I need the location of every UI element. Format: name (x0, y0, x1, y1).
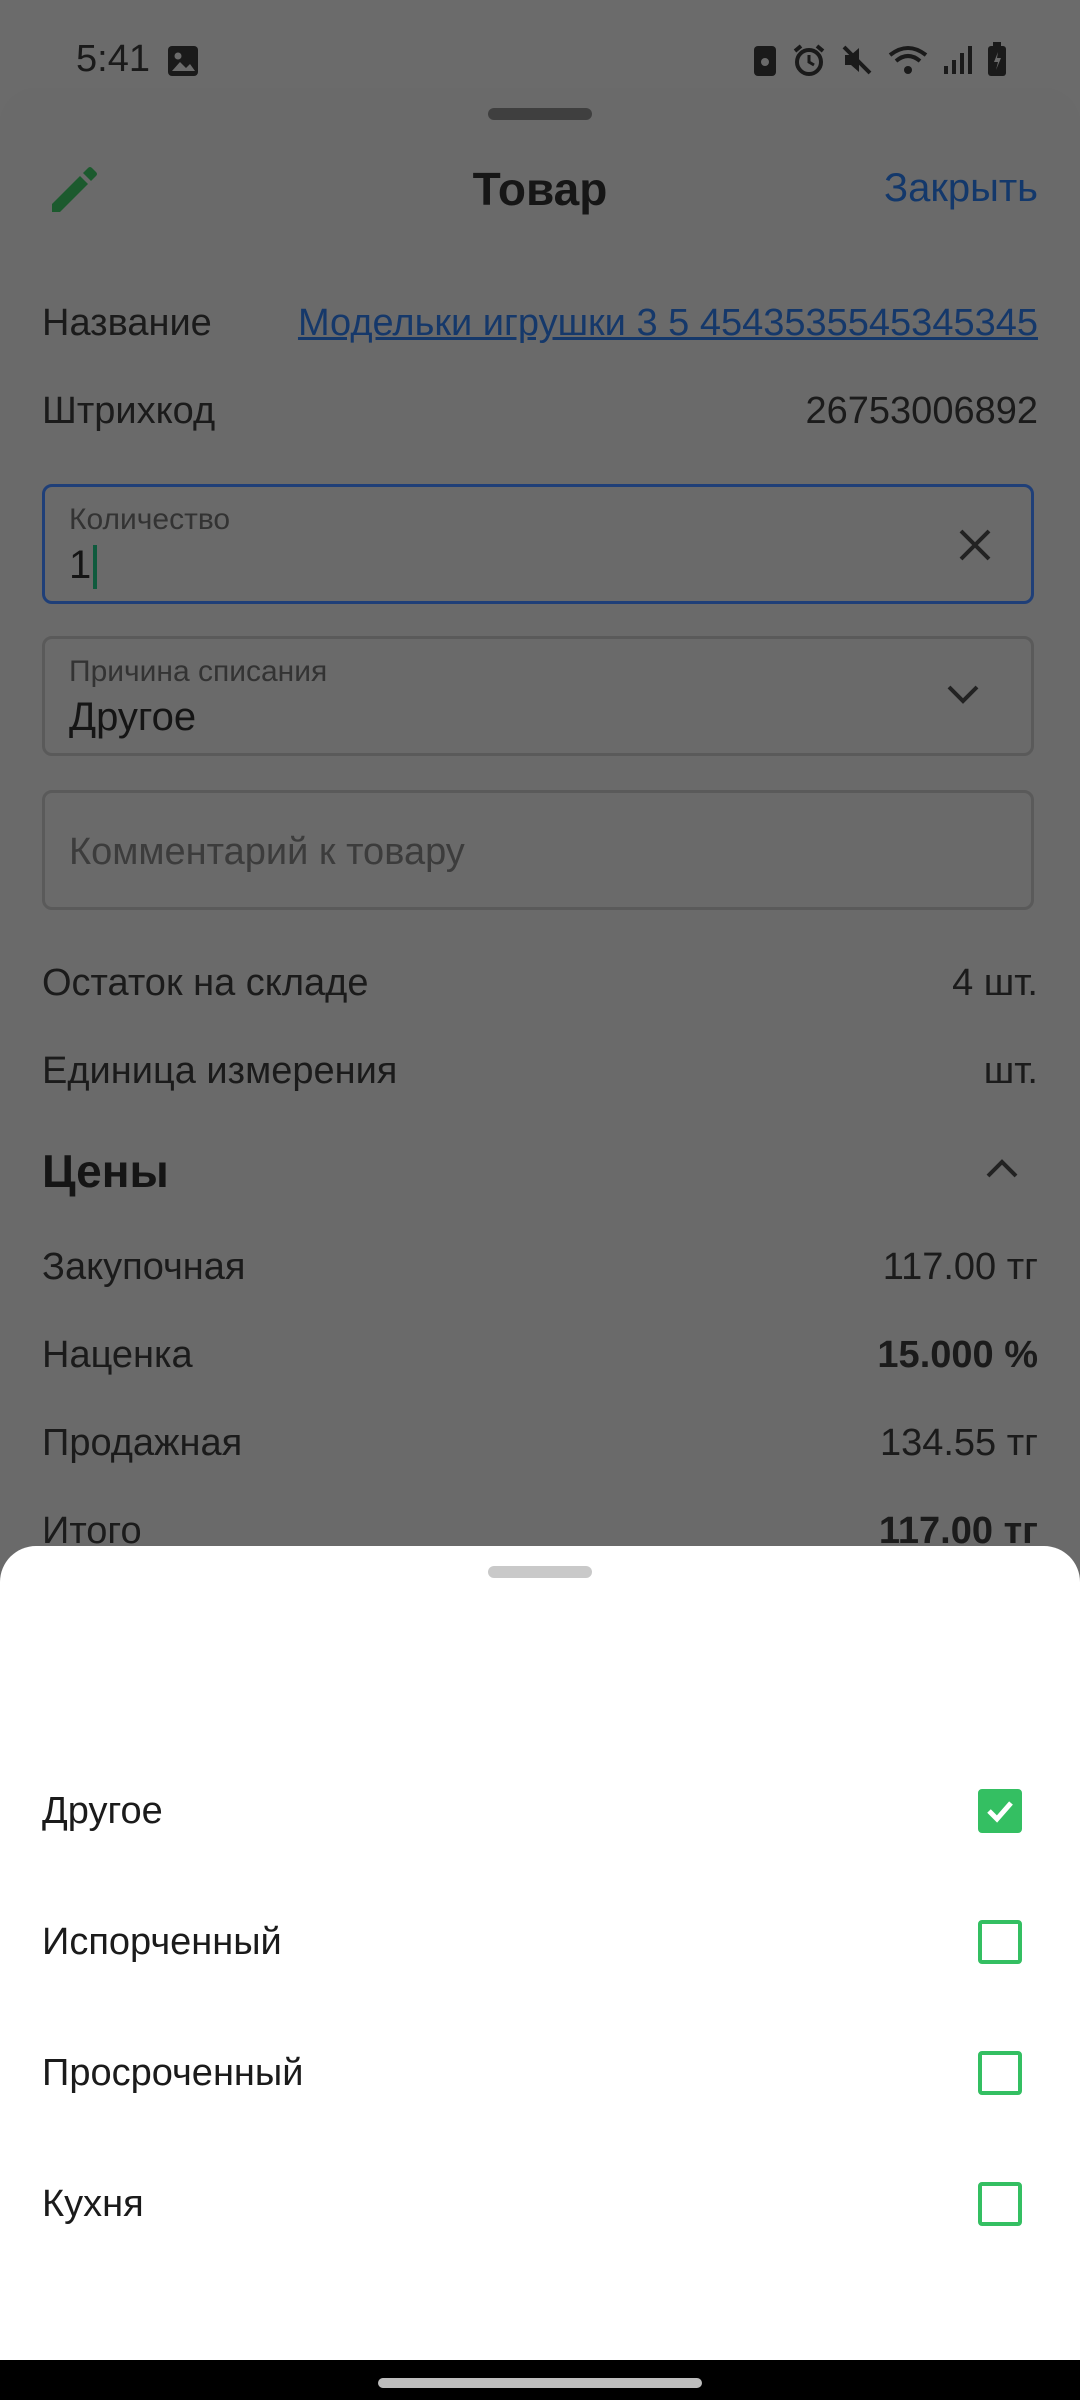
unit-label: Единица измерения (42, 1050, 398, 1092)
reason-select[interactable]: Причина списания Другое (42, 636, 1034, 756)
check-icon (987, 1801, 1013, 1823)
text-cursor (93, 545, 98, 590)
purchase-price-row: Закупочная 117.00 тг (42, 1246, 1038, 1289)
chevron-up-icon[interactable] (984, 1156, 1020, 1185)
markup-label: Наценка (42, 1334, 193, 1376)
option-label: Просроченный (42, 2051, 304, 2094)
unit-row: Единица измерения шт. (42, 1050, 1038, 1093)
stock-row: Остаток на складе 4 шт. (42, 962, 1038, 1005)
chevron-down-icon (945, 683, 981, 712)
purchase-value: 117.00 тг (882, 1246, 1038, 1288)
sale-price-row: Продажная 134.55 тг (42, 1422, 1038, 1465)
stock-value: 4 шт. (952, 962, 1038, 1004)
mute-icon (840, 43, 874, 82)
quantity-input[interactable]: 1 (69, 543, 98, 590)
reason-value: Другое (69, 695, 197, 739)
clear-icon[interactable] (955, 525, 995, 570)
option-label: Испорченный (42, 1920, 282, 1963)
close-button[interactable]: Закрыть (884, 166, 1038, 211)
quantity-field[interactable]: Количество 1 (42, 484, 1034, 604)
battery-icon (986, 42, 1008, 83)
option-label: Другое (42, 1789, 163, 1832)
product-name-link[interactable]: Модельки игрушки 3 5 4543535545345345 (298, 302, 1038, 345)
reason-option[interactable]: Просроченный (42, 2018, 1022, 2128)
navigation-bar (0, 2360, 1080, 2400)
barcode-row: Штрихкод 26753006892 (42, 390, 1038, 433)
signal-icon (942, 44, 972, 81)
gallery-icon (166, 44, 200, 83)
sheet-drag-handle[interactable] (488, 108, 592, 120)
wifi-icon (888, 43, 928, 82)
quantity-value: 1 (69, 543, 92, 587)
checkbox[interactable] (978, 1920, 1022, 1964)
bottom-sheet-drag-handle[interactable] (488, 1566, 592, 1578)
status-icons (752, 42, 1008, 83)
reason-label: Причина списания (69, 655, 328, 688)
checkbox-checked[interactable] (978, 1789, 1022, 1833)
checkbox[interactable] (978, 2051, 1022, 2095)
stock-label: Остаток на складе (42, 962, 369, 1004)
barcode-value: 26753006892 (805, 390, 1038, 432)
markup-value: 15.000 % (877, 1334, 1038, 1376)
sale-label: Продажная (42, 1422, 243, 1464)
reason-option[interactable]: Другое (42, 1756, 1022, 1866)
checkbox[interactable] (978, 2182, 1022, 2226)
lock-icon (752, 42, 778, 83)
reason-bottom-sheet: Другое Испорченный Просроченный Кухня (0, 1546, 1080, 2360)
prices-section-title[interactable]: Цены (42, 1144, 169, 1198)
reason-option[interactable]: Испорченный (42, 1887, 1022, 1997)
purchase-label: Закупочная (42, 1246, 246, 1288)
sale-value: 134.55 тг (879, 1422, 1038, 1464)
alarm-icon (792, 43, 826, 82)
option-label: Кухня (42, 2182, 144, 2225)
name-label: Название (42, 302, 212, 344)
reason-option[interactable]: Кухня (42, 2149, 1022, 2259)
status-time: 5:41 (76, 38, 150, 80)
name-row: Название Модельки игрушки 3 5 4543535545… (42, 302, 1038, 345)
unit-value: шт. (983, 1050, 1038, 1092)
comment-placeholder: Комментарий к товару (69, 831, 465, 873)
barcode-label: Штрихкод (42, 390, 216, 432)
comment-field[interactable]: Комментарий к товару (42, 790, 1034, 910)
quantity-label: Количество (69, 503, 231, 536)
home-gesture-handle[interactable] (378, 2378, 702, 2388)
markup-row: Наценка 15.000 % (42, 1334, 1038, 1377)
